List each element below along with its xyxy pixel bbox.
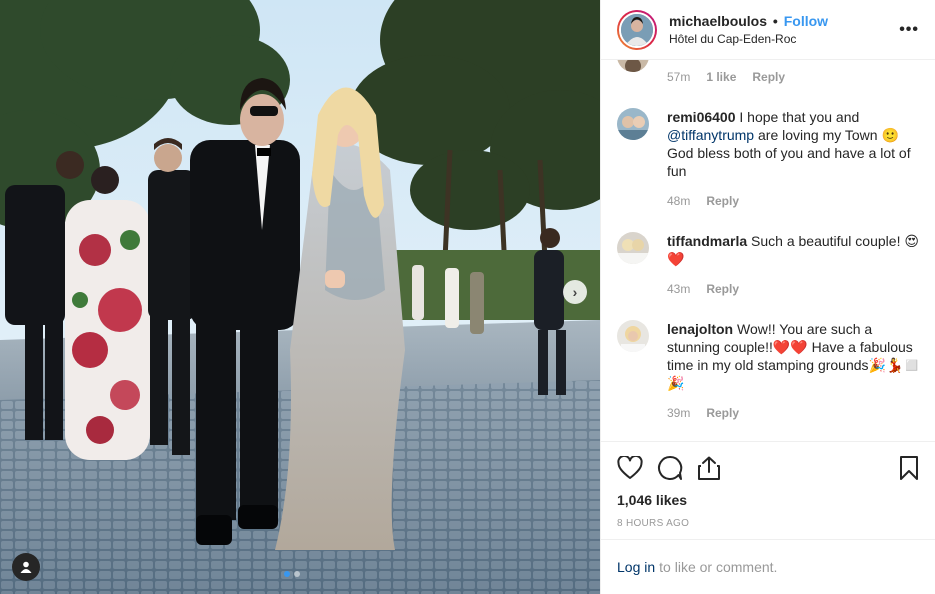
comment-time: 43m [667,282,691,296]
comment-body: tiffandmarla Such a beautiful couple! 😍❤… [667,232,923,298]
reply-button[interactable]: Reply [706,192,739,210]
share-button[interactable] [697,448,737,488]
like-button[interactable] [617,448,657,488]
comment-meta: 48m Reply [667,192,923,210]
login-prompt-text: to like or comment. [659,559,778,575]
comment-meta: 39m Reply [667,404,923,422]
comment-button[interactable] [657,448,697,488]
comment-time: 57m [667,70,691,84]
comment-time: 48m [667,194,691,208]
save-button[interactable] [879,448,919,488]
comment-item: lenajolton Wow!! You are such a stunning… [617,320,923,422]
follow-button[interactable]: Follow [784,13,828,29]
comment-body: lenajolton Wow!! You are such a stunning… [667,320,923,422]
share-icon [698,456,720,480]
heart-icon [617,456,643,479]
login-link[interactable]: Log in [617,559,655,575]
comment-body: remi06400 I hope that you and @tiffanytr… [667,108,923,210]
reply-button[interactable]: Reply [706,404,739,422]
carousel-indicator [284,571,300,577]
carousel-dot-active [284,571,290,577]
login-prompt: Log in to like or comment. [601,539,935,594]
comment-item: remi06400 I hope that you and @tiffanytr… [617,108,923,210]
post-header: michaelboulos • Follow Hôtel du Cap-Eden… [601,0,935,60]
comment-meta: 43m Reply [667,280,923,298]
action-icons [617,442,919,494]
likes-count[interactable]: 1,046 likes [617,492,919,508]
comment-meta: 57m 1 like Reply [667,70,785,84]
chevron-right-icon: › [572,284,578,300]
comment-item: tiffandmarla Such a beautiful couple! 😍❤… [617,232,923,298]
comment-username[interactable]: lenajolton [667,321,733,337]
more-options-icon[interactable]: ••• [899,21,919,39]
next-photo-button[interactable]: › [563,280,587,304]
post-sidebar: michaelboulos • Follow Hôtel du Cap-Eden… [600,0,935,594]
comment-avatar[interactable] [617,60,649,72]
header-separator: • [772,13,778,29]
post-actions: 1,046 likes 8 HOURS AGO Log in to like o… [601,441,935,594]
tagged-users-button[interactable] [12,553,40,581]
reply-button[interactable]: Reply [752,70,785,84]
instagram-post: › michaelboulos • Follow Hôtel du Cap-Ed… [0,0,935,594]
comment-avatar[interactable] [617,108,649,140]
comment-time: 39m [667,406,691,420]
reply-button[interactable]: Reply [706,280,739,298]
carousel-dot [294,571,300,577]
comment-mention[interactable]: @tiffanytrump [667,127,754,143]
user-icon [20,561,32,573]
photo-scene [0,0,600,594]
comment-avatar[interactable] [617,320,649,352]
comment-username[interactable]: remi06400 [667,109,736,125]
comments-list: 57m 1 like Reply remi06400 I hope that y… [601,60,935,441]
author-username[interactable]: michaelboulos [669,13,767,29]
comment-avatar[interactable] [617,232,649,264]
author-avatar[interactable] [617,9,657,50]
post-location[interactable]: Hôtel du Cap-Eden-Roc [669,32,899,46]
comment-text: I hope that you and [735,109,860,125]
comment-username[interactable]: tiffandmarla [667,233,747,249]
speech-bubble-icon [658,455,683,480]
post-photo[interactable]: › [0,0,600,594]
comment-likes[interactable]: 1 like [706,70,736,84]
bookmark-icon [900,456,918,480]
post-timestamp[interactable]: 8 HOURS AGO [617,518,919,529]
